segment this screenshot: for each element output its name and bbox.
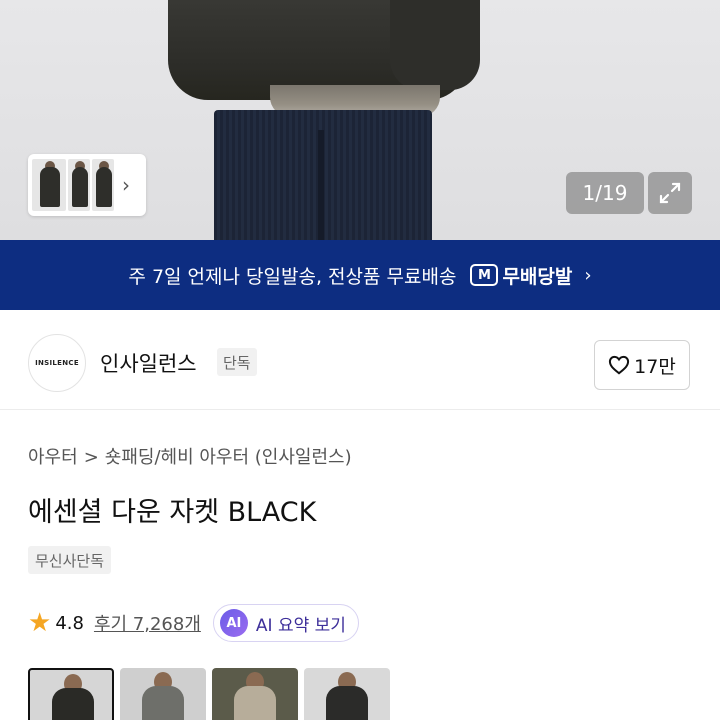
product-title: 에센셜 다운 자켓 BLACK (28, 497, 317, 528)
banner-text: 주 7일 언제나 당일발송, 전상품 무료배송 (128, 265, 457, 288)
gallery-thumbnail-strip[interactable]: › (28, 154, 146, 216)
free-delivery-banner[interactable]: 주 7일 언제나 당일발송, 전상품 무료배송 M 무배당발 › (0, 240, 720, 310)
brand-row: INSILENCE 인사일런스 단독 17만 (0, 310, 720, 410)
color-thumbnail[interactable] (212, 668, 298, 720)
product-photo-pants-gap (318, 130, 324, 240)
exclusive-badge: 무신사단독 (28, 546, 112, 574)
like-button[interactable]: 17만 (594, 340, 690, 390)
rating-value: 4.8 (55, 612, 84, 634)
expand-button[interactable] (648, 172, 692, 214)
delivery-logo: M 무배당발 (470, 262, 572, 289)
breadcrumb-item[interactable]: 숏패딩/헤비 아우터 (인사일런스) (105, 447, 352, 468)
ai-summary-label: AI 요약 보기 (255, 615, 346, 636)
gallery-thumb[interactable] (68, 159, 90, 211)
reviews-link[interactable]: 후기 7,268개 (94, 610, 201, 636)
product-photo-sleeve (390, 0, 480, 90)
brand-exclusive-tag: 단독 (217, 348, 257, 376)
expand-icon (659, 182, 681, 204)
star-icon: ★ (28, 608, 52, 638)
color-thumbnails (28, 668, 396, 720)
chevron-right-icon[interactable]: › (122, 173, 130, 197)
delivery-logo-text: 무배당발 (502, 265, 573, 288)
heart-icon (609, 355, 630, 375)
breadcrumb: 아우터 > 숏패딩/헤비 아우터 (인사일런스) (28, 443, 352, 469)
breadcrumb-item[interactable]: 아우터 (28, 447, 78, 468)
brand-name[interactable]: 인사일런스 (100, 348, 197, 378)
image-counter: 1/19 (566, 172, 644, 214)
like-count: 17만 (634, 355, 676, 378)
ai-summary-button[interactable]: AI AI 요약 보기 (212, 604, 359, 642)
chevron-right-icon: › (584, 264, 592, 286)
truck-icon: M (470, 264, 499, 286)
gallery-thumb[interactable] (32, 159, 66, 211)
ai-icon: AI (219, 609, 248, 637)
brand-logo[interactable]: INSILENCE (28, 334, 86, 392)
color-thumbnail[interactable] (120, 668, 206, 720)
rating-row: ★ 4.8 후기 7,268개 AI AI 요약 보기 (28, 603, 359, 643)
gallery-thumb[interactable] (92, 159, 114, 211)
product-image-gallery[interactable]: › 1/19 (0, 0, 720, 240)
color-thumbnail[interactable] (304, 668, 390, 720)
breadcrumb-separator: > (83, 447, 99, 468)
color-thumbnail[interactable] (28, 668, 114, 720)
